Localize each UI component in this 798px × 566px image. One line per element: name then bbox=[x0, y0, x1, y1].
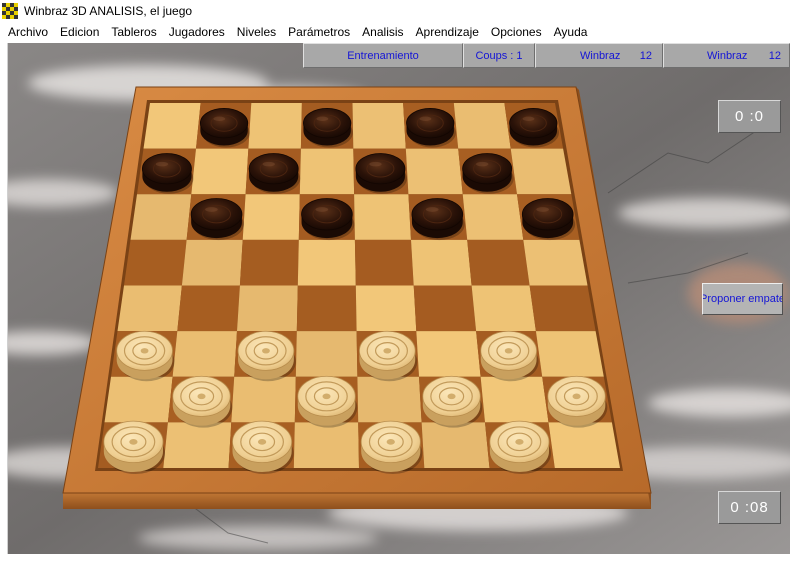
dark-square[interactable] bbox=[177, 285, 240, 332]
light-square[interactable] bbox=[357, 376, 422, 423]
coups-panel: Coups : 1 bbox=[463, 43, 535, 68]
dark-square[interactable] bbox=[413, 285, 477, 332]
light-square[interactable] bbox=[453, 103, 511, 149]
light-square[interactable] bbox=[471, 285, 536, 332]
player1-panel: Winbraz 12 bbox=[535, 43, 663, 68]
light-piece[interactable] bbox=[172, 375, 233, 428]
clock-bottom: 0 :08 bbox=[718, 491, 781, 524]
menu-niveles[interactable]: Niveles bbox=[231, 23, 282, 42]
light-square[interactable] bbox=[231, 376, 296, 423]
dark-square[interactable] bbox=[467, 239, 530, 286]
light-square[interactable] bbox=[130, 194, 192, 240]
light-square[interactable] bbox=[117, 285, 182, 332]
light-square[interactable] bbox=[293, 422, 359, 468]
light-square[interactable] bbox=[548, 422, 621, 468]
light-piece[interactable] bbox=[480, 330, 539, 382]
coups-label: Coups : 1 bbox=[475, 49, 523, 62]
light-piece[interactable] bbox=[360, 420, 423, 475]
dark-piece[interactable] bbox=[509, 108, 560, 148]
clock-top-value: 0 :0 bbox=[734, 108, 765, 125]
checkerboard-icon bbox=[2, 3, 18, 19]
light-square[interactable] bbox=[172, 331, 237, 377]
player2-name: Winbraz bbox=[707, 49, 748, 62]
dark-piece[interactable] bbox=[411, 198, 465, 241]
menu-parametros[interactable]: Parámetros bbox=[282, 23, 356, 42]
dark-square[interactable] bbox=[124, 239, 187, 286]
dark-piece[interactable] bbox=[248, 153, 301, 194]
menu-analisis[interactable]: Analisis bbox=[356, 23, 409, 42]
mode-panel: Entrenamiento bbox=[303, 43, 463, 68]
menu-opciones[interactable]: Opciones bbox=[485, 23, 548, 42]
menu-tableros[interactable]: Tableros bbox=[105, 23, 162, 42]
menu-aprendizaje[interactable]: Aprendizaje bbox=[410, 23, 485, 42]
light-square[interactable] bbox=[355, 285, 417, 332]
dark-piece[interactable] bbox=[303, 108, 353, 148]
board-frame-front bbox=[63, 493, 651, 509]
dark-piece[interactable] bbox=[462, 153, 514, 194]
light-piece[interactable] bbox=[297, 375, 358, 428]
light-square[interactable] bbox=[416, 331, 481, 377]
game-scene bbox=[7, 43, 790, 554]
dark-piece[interactable] bbox=[521, 198, 576, 241]
light-square[interactable] bbox=[242, 194, 300, 240]
light-square[interactable] bbox=[295, 331, 358, 377]
dark-piece[interactable] bbox=[190, 198, 244, 241]
light-piece[interactable] bbox=[232, 420, 294, 475]
light-square[interactable] bbox=[143, 103, 201, 149]
menu-bar: Archivo Edicion Tableros Jugadores Nivel… bbox=[0, 22, 798, 43]
dark-piece[interactable] bbox=[141, 153, 194, 194]
light-square[interactable] bbox=[248, 103, 302, 149]
clock-bottom-value: 0 :08 bbox=[730, 499, 769, 516]
dark-square[interactable] bbox=[354, 239, 414, 286]
light-piece[interactable] bbox=[103, 420, 166, 475]
light-square[interactable] bbox=[104, 376, 173, 423]
player2-count: 12 bbox=[768, 49, 781, 62]
window-title: Winbraz 3D ANALISIS, el juego bbox=[24, 4, 193, 18]
light-square[interactable] bbox=[405, 148, 463, 195]
menu-jugadores[interactable]: Jugadores bbox=[163, 23, 231, 42]
board-3d-view[interactable] bbox=[8, 43, 790, 554]
app-window: Winbraz 3D ANALISIS, el juego Archivo Ed… bbox=[0, 0, 798, 566]
menu-ayuda[interactable]: Ayuda bbox=[548, 23, 594, 42]
light-piece[interactable] bbox=[358, 330, 418, 382]
light-square[interactable] bbox=[352, 103, 406, 149]
light-piece[interactable] bbox=[422, 375, 483, 428]
dark-piece[interactable] bbox=[355, 153, 407, 194]
title-bar: Winbraz 3D ANALISIS, el juego bbox=[0, 0, 798, 22]
light-square[interactable] bbox=[462, 194, 524, 240]
player2-panel: Winbraz 12 bbox=[663, 43, 790, 68]
dark-piece[interactable] bbox=[199, 108, 250, 148]
light-piece[interactable] bbox=[237, 330, 296, 382]
dark-piece[interactable] bbox=[301, 198, 355, 241]
dark-piece[interactable] bbox=[406, 108, 456, 148]
light-square[interactable] bbox=[510, 148, 572, 195]
light-square[interactable] bbox=[163, 422, 232, 468]
light-square[interactable] bbox=[297, 239, 356, 286]
light-square[interactable] bbox=[480, 376, 549, 423]
light-square[interactable] bbox=[191, 148, 249, 195]
light-piece[interactable] bbox=[489, 420, 552, 475]
light-square[interactable] bbox=[523, 239, 588, 286]
light-piece[interactable] bbox=[116, 330, 175, 382]
menu-edicion[interactable]: Edicion bbox=[54, 23, 105, 42]
player1-count: 12 bbox=[639, 49, 652, 62]
clock-top: 0 :0 bbox=[718, 100, 781, 133]
light-square[interactable] bbox=[421, 422, 490, 468]
light-square[interactable] bbox=[237, 285, 298, 332]
dark-square[interactable] bbox=[296, 285, 357, 332]
dark-square[interactable] bbox=[239, 239, 299, 286]
menu-archivo[interactable]: Archivo bbox=[2, 23, 54, 42]
light-square[interactable] bbox=[299, 148, 355, 195]
offer-draw-button[interactable]: Proponer empate bbox=[702, 283, 783, 315]
light-square[interactable] bbox=[181, 239, 243, 286]
light-square[interactable] bbox=[535, 331, 604, 377]
dark-square[interactable] bbox=[529, 285, 596, 332]
light-square[interactable] bbox=[354, 194, 411, 240]
light-square[interactable] bbox=[411, 239, 472, 286]
light-piece[interactable] bbox=[547, 375, 608, 428]
player1-name: Winbraz bbox=[580, 49, 621, 62]
mode-label: Entrenamiento bbox=[347, 49, 419, 62]
